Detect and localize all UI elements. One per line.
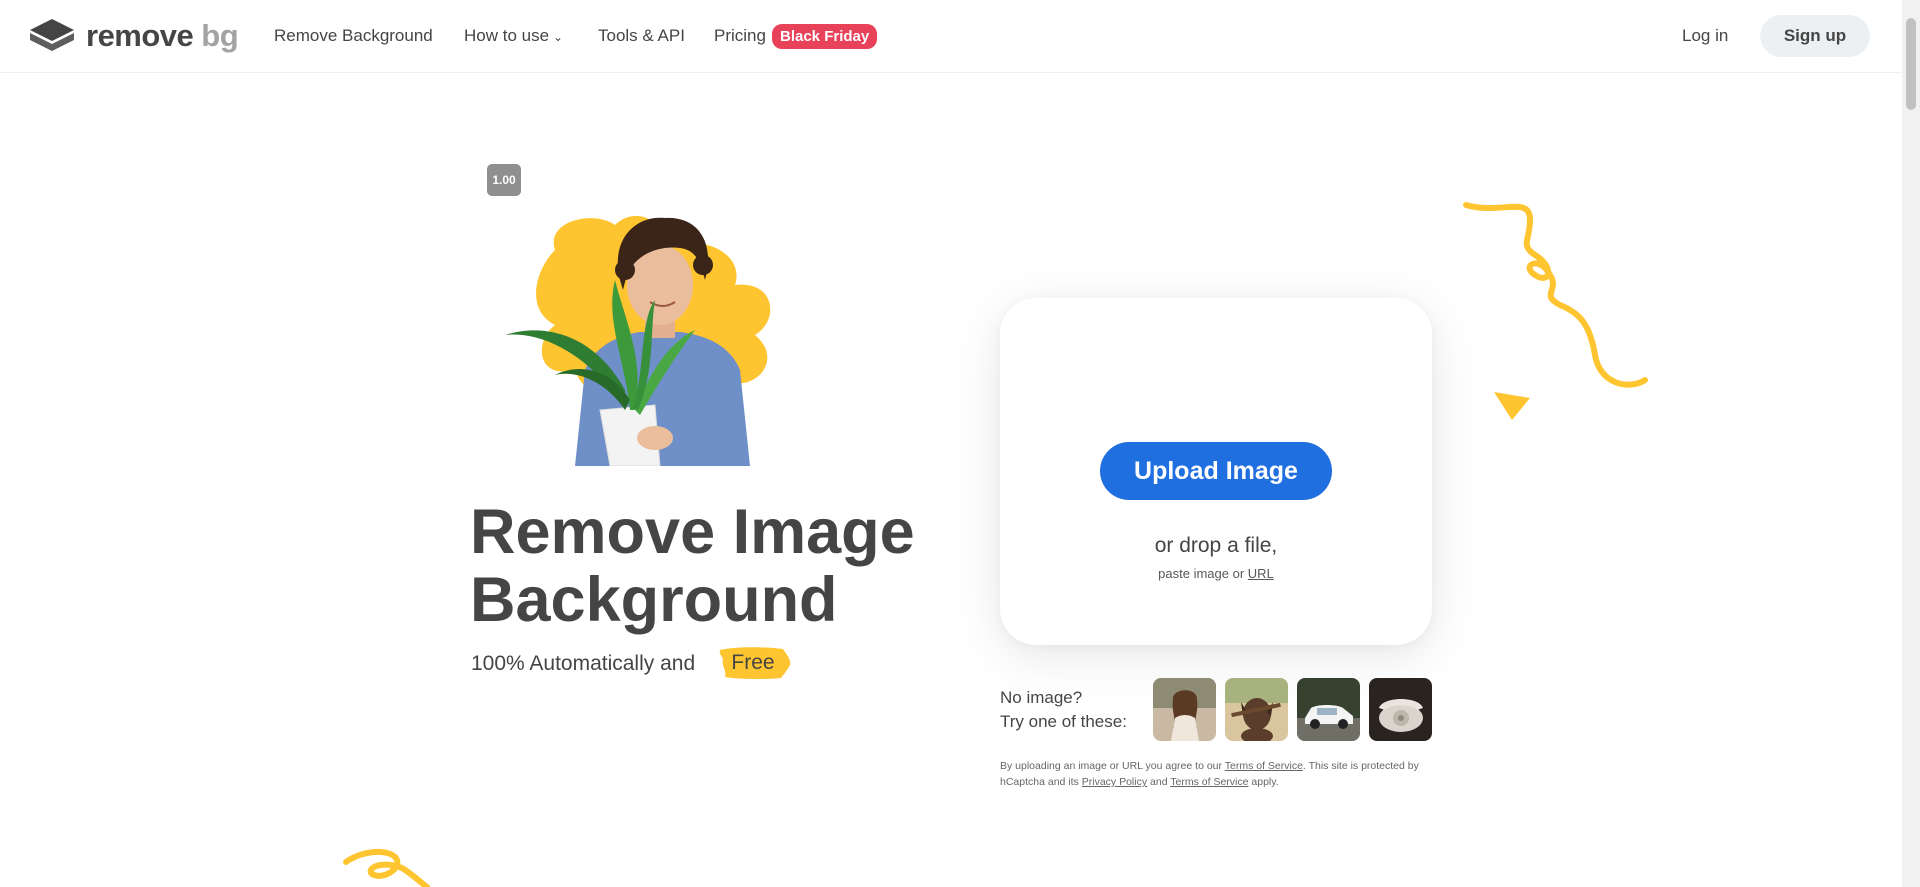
signup-button[interactable]: Sign up — [1760, 15, 1870, 57]
legal-notice: By uploading an image or URL you agree t… — [1000, 758, 1440, 790]
hcaptcha-terms-link[interactable]: Terms of Service — [1170, 776, 1248, 788]
upload-image-button[interactable]: Upload Image — [1100, 442, 1332, 500]
car-sample-image — [1297, 678, 1360, 741]
url-link[interactable]: URL — [1248, 566, 1274, 581]
paste-hint: paste image or URL — [1000, 566, 1432, 581]
yellow-curl-decoration — [343, 849, 430, 887]
sample-prompt-line1: No image? — [1000, 688, 1083, 707]
sample-thumbnail-woman[interactable] — [1153, 678, 1216, 741]
hero-subtitle: 100% Automatically and — [471, 652, 696, 675]
logo-text: remove bg — [86, 18, 239, 54]
dog-sample-image — [1225, 678, 1288, 741]
logo[interactable]: remove bg — [30, 18, 239, 54]
sample-thumbnail-telephone[interactable] — [1369, 678, 1432, 741]
free-text: Free — [731, 651, 775, 674]
scrollbar-thumb[interactable] — [1906, 18, 1916, 110]
login-link[interactable]: Log in — [1682, 0, 1728, 72]
terms-of-service-link[interactable]: Terms of Service — [1225, 760, 1303, 772]
hero-title: Remove Image Background — [470, 498, 970, 634]
layers-logo-icon — [30, 19, 74, 51]
black-friday-badge[interactable]: Black Friday — [772, 24, 878, 49]
nav-remove-background-label: Remove Background — [274, 26, 433, 45]
logo-word-remove: remove — [86, 18, 194, 53]
sample-thumbnail-car[interactable] — [1297, 678, 1360, 741]
sample-thumbnail-dog[interactable] — [1225, 678, 1288, 741]
sample-prompt: No image? Try one of these: — [1000, 686, 1127, 734]
yellow-squiggle-decoration — [1463, 202, 1648, 388]
free-highlight: Free — [717, 645, 791, 681]
top-navigation-bar: remove bg Remove Background How to use ⌄ … — [0, 0, 1902, 73]
upload-card[interactable]: Upload Image or drop a file, paste image… — [1000, 298, 1432, 645]
nav-how-to-use[interactable]: How to use ⌄ — [464, 0, 563, 72]
legal-text-4: apply. — [1251, 776, 1279, 788]
version-badge: 1.00 — [487, 164, 521, 196]
nav-tools-api-label: Tools & API — [598, 26, 685, 45]
telephone-sample-image — [1369, 678, 1432, 741]
legal-text-1: By uploading an image or URL you agree t… — [1000, 760, 1222, 772]
legal-text-3: and — [1150, 776, 1168, 788]
hero-title-line2: Background — [470, 565, 838, 635]
sample-prompt-line2: Try one of these: — [1000, 712, 1127, 731]
logo-word-bg: bg — [201, 18, 239, 53]
woman-sample-image — [1153, 678, 1216, 741]
nav-how-to-use-label: How to use — [464, 26, 550, 45]
hero-title-line1: Remove Image — [470, 497, 915, 567]
nav-tools-api[interactable]: Tools & API — [598, 0, 685, 72]
drop-file-text: or drop a file, — [1154, 534, 1278, 557]
nav-remove-background[interactable]: Remove Background — [274, 0, 433, 72]
hero-image-man-with-plant — [505, 215, 771, 466]
privacy-policy-link[interactable]: Privacy Policy — [1082, 776, 1147, 788]
yellow-triangle-decoration — [1494, 392, 1530, 420]
scrollbar[interactable] — [1902, 0, 1920, 887]
chevron-down-icon: ⌄ — [553, 30, 564, 44]
paste-text: paste image or — [1158, 566, 1245, 581]
nav-pricing[interactable]: Pricing — [714, 0, 766, 72]
nav-pricing-label: Pricing — [714, 26, 766, 45]
